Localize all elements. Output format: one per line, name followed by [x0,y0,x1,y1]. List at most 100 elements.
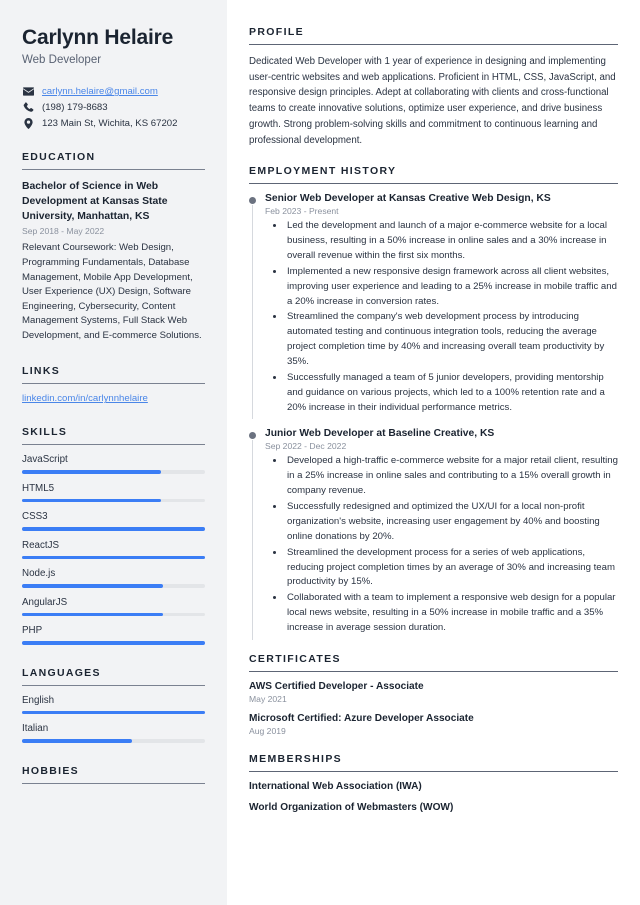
skill-bar-track [22,584,205,588]
section-education: EDUCATION Bachelor of Science in Web Dev… [22,151,205,343]
employment-bullets: Developed a high-traffic e-commerce webs… [285,454,618,635]
section-divider [22,383,205,385]
employment-bullet: Streamlined the company's web developmen… [285,310,618,369]
skill-bar-fill [22,470,162,474]
candidate-role: Web Developer [22,54,102,67]
employment-bullet: Successfully managed a team of 5 junior … [285,371,618,416]
certificates-list: AWS Certified Developer - Associate May 2… [249,681,618,736]
section-title-skills: SKILLS [22,426,68,439]
skill-label: HTML5 [22,482,55,494]
skill-item: CSS3 [22,511,205,531]
contact-email[interactable]: carlynn.helaire@gmail.com [22,86,205,97]
phone-icon [22,102,34,113]
languages-list: English Italian [22,695,205,743]
candidate-name: Carlynn Helaire [22,26,174,49]
skill-item: HTML5 [22,483,205,503]
section-employment: EMPLOYMENT HISTORY Senior Web Developer … [249,165,618,640]
timeline-dot-icon [249,432,256,440]
skill-bar-fill [22,612,163,617]
education-degree: Bachelor of Science in Web Development a… [22,181,168,223]
skill-bar-fill [22,527,205,531]
employment-title: Junior Web Developer at Baseline Creativ… [265,428,495,440]
skill-label: PHP [22,625,43,637]
language-bar-fill [22,739,132,743]
section-memberships: MEMBERSHIPS International Web Associatio… [249,753,618,813]
section-divider [249,770,618,772]
section-links: LINKS linkedin.com/in/carlynnhelaire [22,365,205,404]
certificate-date: Aug 2019 [249,725,286,736]
section-title-education: EDUCATION [22,151,96,164]
language-item: English [22,695,205,715]
skill-bar-track [22,641,205,645]
skill-bar-fill [22,641,205,645]
skill-item: Node.js [22,568,205,588]
skill-item: AngularJS [22,597,205,617]
timeline-rail [252,205,253,420]
section-divider [22,782,205,784]
memberships-list: International Web Association (IWA) World… [249,781,618,813]
section-title-certificates: CERTIFICATES [249,652,341,665]
timeline-dot-icon [249,197,256,205]
language-label: English [22,694,55,706]
employment-bullet: Streamlined the development process for … [285,546,618,591]
skills-list: JavaScript HTML5 CSS3 ReactJS Node.js Angular… [22,454,205,645]
employment-bullet: Developed a high-traffic e-commerce webs… [285,454,618,499]
employment-entry: Junior Web Developer at Baseline Creativ… [249,428,618,640]
skill-bar-track [22,527,205,531]
section-title-profile: PROFILE [249,26,304,38]
employment-title: Senior Web Developer at Kansas Creative … [265,193,551,205]
membership-item: World Organization of Webmasters (WOW) [249,801,454,813]
employment-bullet: Successfully redesigned and optimized th… [285,500,618,545]
skill-bar-track [22,555,205,560]
skill-bar-fill [22,498,162,503]
skill-label: CSS3 [22,511,48,523]
skill-bar-track [22,470,205,474]
timeline-rail [252,440,253,640]
link-item-linkedin[interactable]: linkedin.com/in/carlynnhelaire [22,393,205,404]
contact-address: 123 Main St, Wichita, KS 67202 [22,118,205,129]
skill-bar-track [22,498,205,503]
certificate-item: AWS Certified Developer - Associate May 2… [249,681,618,704]
skill-bar-fill [22,584,163,588]
skill-item: JavaScript [22,454,205,474]
employment-entry: Senior Web Developer at Kansas Creative … [249,193,618,420]
employment-bullet: Implemented a new responsive design fram… [285,265,618,310]
section-divider [22,169,205,171]
contact-email-text[interactable]: carlynn.helaire@gmail.com [42,86,158,97]
section-divider [22,444,205,446]
profile-text: Dedicated Web Developer with 1 year of e… [249,56,616,146]
certificate-name: AWS Certified Developer - Associate [249,680,424,692]
contact-address-text: 123 Main St, Wichita, KS 67202 [42,118,178,130]
education-description: Relevant Coursework: Web Design, Program… [22,242,202,341]
section-title-employment: EMPLOYMENT HISTORY [249,165,397,178]
section-languages: LANGUAGES English Italian [22,667,205,743]
skill-bar-track [22,612,205,617]
skill-label: ReactJS [22,539,60,551]
language-item: Italian [22,723,205,743]
section-divider [249,44,618,45]
main-column: PROFILE Dedicated Web Developer with 1 y… [227,0,640,905]
sidebar: Carlynn Helaire Web Developer carlynn.he… [0,0,227,905]
name-block: Carlynn Helaire Web Developer [22,26,205,66]
contact-list: carlynn.helaire@gmail.com (198) 179-8683… [22,86,205,129]
section-title-links: LINKS [22,365,60,378]
section-title-hobbies: HOBBIES [22,764,79,777]
skill-bar-fill [22,555,205,560]
skill-label: AngularJS [22,596,68,608]
section-profile: PROFILE Dedicated Web Developer with 1 y… [249,26,618,148]
membership-item: International Web Association (IWA) [249,780,422,792]
section-certificates: CERTIFICATES AWS Certified Developer - A… [249,653,618,736]
section-title-languages: LANGUAGES [22,666,101,679]
section-divider [249,670,618,672]
employment-date: Feb 2023 - Present [265,206,339,217]
language-bar-fill [22,710,205,715]
contact-phone: (198) 179-8683 [22,102,205,113]
skill-item: PHP [22,625,205,645]
skill-label: Node.js [22,568,56,580]
certificate-item: Microsoft Certified: Azure Developer Ass… [249,713,618,736]
employment-bullet: Led the development and launch of a majo… [285,219,618,264]
employment-list: Senior Web Developer at Kansas Creative … [249,193,618,640]
language-label: Italian [22,723,49,735]
resume-page: Carlynn Helaire Web Developer carlynn.he… [0,0,640,905]
